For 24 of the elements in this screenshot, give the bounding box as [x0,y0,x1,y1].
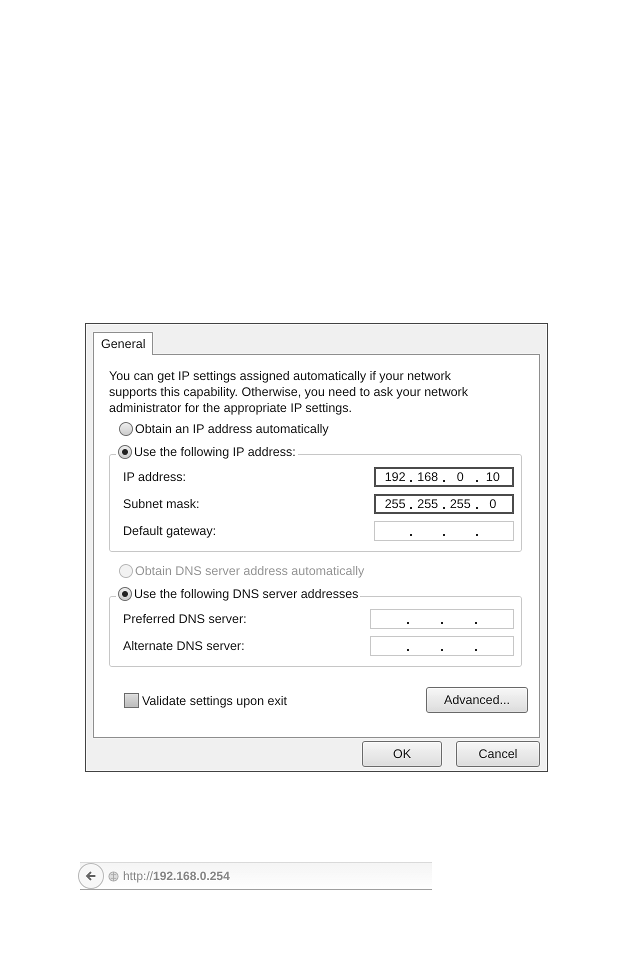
ip-address-field[interactable]: 255 255 255 0 [374,494,514,514]
ip-address-field[interactable] [370,608,514,628]
tab[interactable]: General [93,332,154,355]
dialog-button[interactable]: OK [362,741,442,767]
field-label: IP address: [123,470,186,484]
ip-address-field[interactable] [374,520,514,540]
radio-label[interactable]: Obtain an IP address automatically [135,422,329,436]
radio-button[interactable] [118,587,132,601]
field-label: Preferred DNS server: [123,612,247,626]
ip-address-field[interactable] [370,636,514,656]
field-label: Default gateway: [123,524,216,538]
field-label: Subnet mask: [123,496,200,510]
globe-icon [108,870,119,882]
radio-button[interactable] [118,445,132,459]
ip-address-field[interactable]: 192 168 0 10 [374,466,514,486]
checkbox[interactable] [124,693,139,708]
dialog-button[interactable]: Cancel [456,741,540,767]
field-label: Alternate DNS server: [123,638,245,652]
checkbox-label[interactable]: Validate settings upon exit [142,694,288,708]
radio-button[interactable] [119,422,133,436]
back-button[interactable] [78,863,104,889]
advanced-button[interactable]: Advanced... [426,687,528,713]
description-text: You can get IP settings assigned automatically if your network supports this capability. Otherwise, you need to ask your network administrator for the appropriate IP settings. [109,368,469,416]
back-arrow-icon [84,869,98,883]
